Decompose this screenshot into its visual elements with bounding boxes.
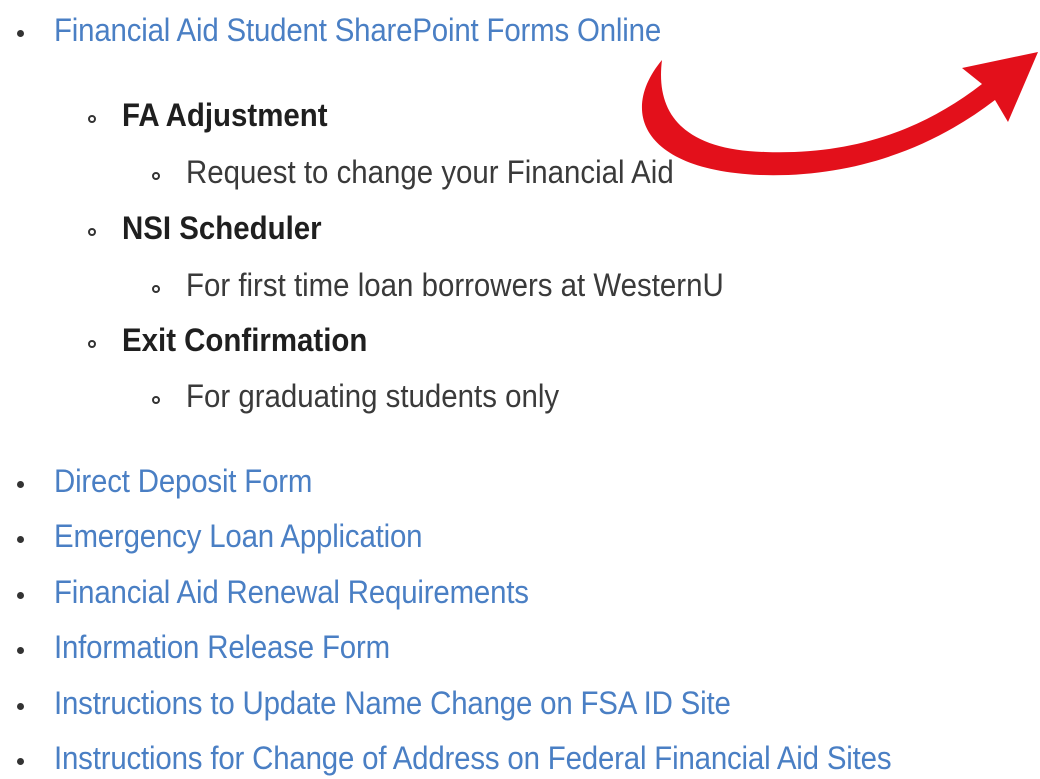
name-change-instructions-link[interactable]: Instructions to Update Name Change on FS… (54, 685, 731, 722)
bullet-icon (17, 647, 24, 654)
subitem-description: Request to change your Financial Aid (186, 154, 674, 190)
bullet-icon (17, 481, 24, 488)
arrow-shape (641, 52, 1038, 176)
subitem-title: NSI Scheduler (122, 210, 322, 246)
subitem-description: For graduating students only (186, 378, 560, 414)
subitem-title: Exit Confirmation (122, 322, 368, 358)
hollow-bullet-icon (88, 340, 96, 348)
direct-deposit-form-link[interactable]: Direct Deposit Form (54, 463, 312, 500)
emergency-loan-application-link[interactable]: Emergency Loan Application (54, 518, 423, 555)
hollow-bullet-icon (152, 396, 160, 404)
bullet-icon (17, 536, 24, 543)
hollow-bullet-icon (152, 172, 160, 180)
subitem-title: FA Adjustment (122, 97, 328, 133)
hollow-bullet-icon (88, 228, 96, 236)
hollow-bullet-icon (88, 115, 96, 123)
bullet-icon (17, 758, 24, 765)
red-curved-arrow-icon (641, 52, 1038, 176)
address-change-instructions-link[interactable]: Instructions for Change of Address on Fe… (54, 740, 892, 777)
forms-page: Financial Aid Student SharePoint Forms O… (0, 0, 1040, 779)
bullet-icon (17, 703, 24, 710)
renewal-requirements-link[interactable]: Financial Aid Renewal Requirements (54, 574, 529, 611)
bullet-icon (17, 592, 24, 599)
hollow-bullet-icon (152, 285, 160, 293)
information-release-form-link[interactable]: Information Release Form (54, 629, 390, 666)
bullet-icon (17, 30, 24, 37)
subitem-description: For first time loan borrowers at Western… (186, 267, 724, 303)
sharepoint-forms-link[interactable]: Financial Aid Student SharePoint Forms O… (54, 12, 661, 49)
